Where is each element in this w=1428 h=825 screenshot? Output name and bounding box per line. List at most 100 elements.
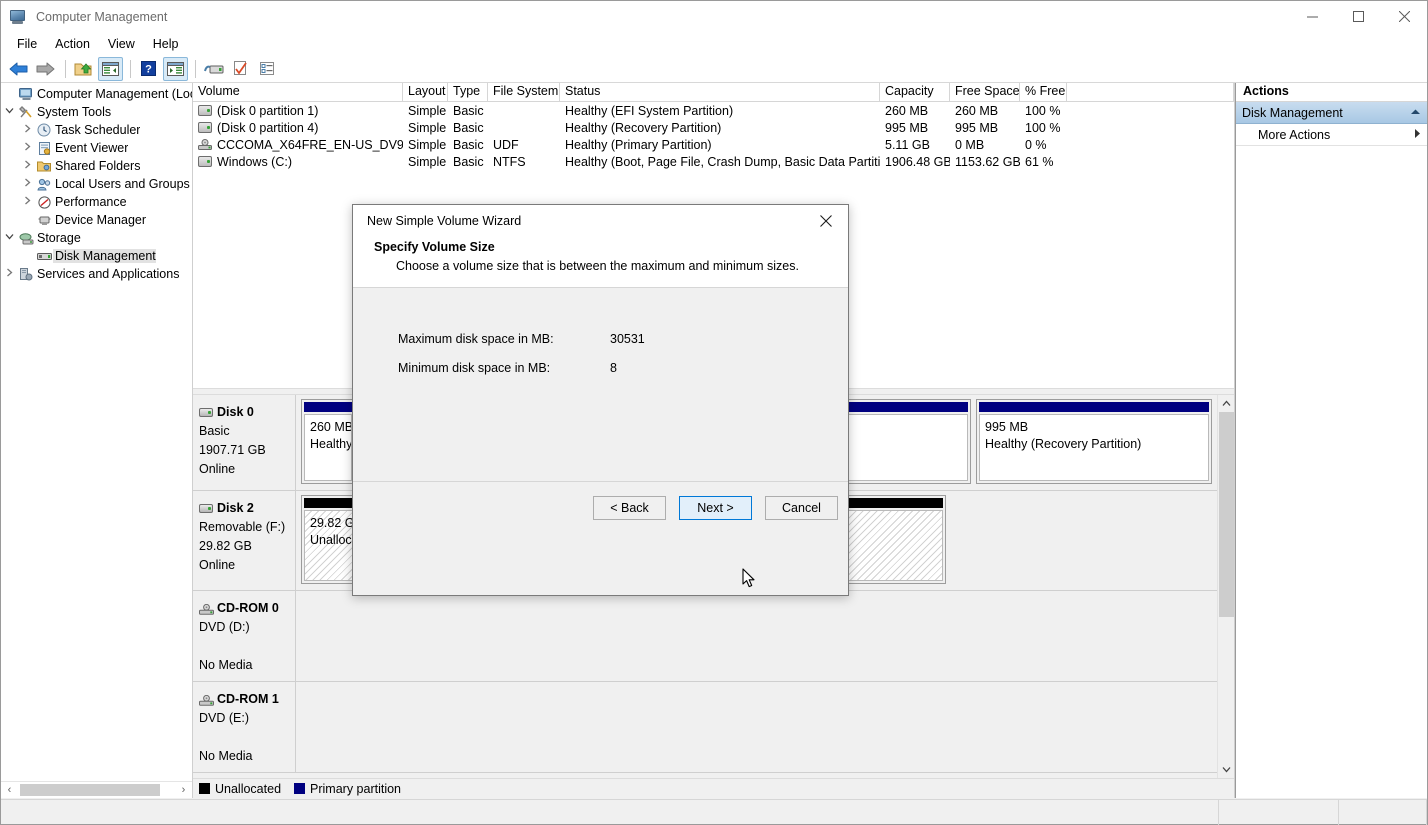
sidebar-item-services-and-applications[interactable]: Services and Applications [1,265,192,283]
next-button[interactable]: Next > [679,496,752,520]
list-view-icon[interactable] [255,57,280,81]
cancel-button[interactable]: Cancel [765,496,838,520]
max-disk-space-value: 30531 [610,332,645,346]
sidebar-label-storage: Storage [37,231,81,245]
disk-name: Disk 2 [217,501,254,515]
scroll-right-button[interactable]: › [175,782,192,798]
disk-type: DVD (D:) [199,620,250,634]
sidebar-item-task-scheduler[interactable]: Task Scheduler [1,121,192,139]
disk-name: CD-ROM 0 [217,601,279,615]
table-row[interactable]: CCCOMA_X64FRE_EN-US_DV9 (H:) Simple Basi… [193,136,1234,153]
sidebar-item-system-tools[interactable]: System Tools [1,103,192,121]
disk-icon [199,408,213,417]
actions-group-disk-management[interactable]: Disk Management [1236,102,1427,124]
table-row[interactable]: (Disk 0 partition 1) Simple Basic Health… [193,102,1234,119]
show-hide-console-tree-icon[interactable] [98,56,123,81]
sidebar-item-performance[interactable]: Performance [1,193,192,211]
column-header-status[interactable]: Status [560,83,880,101]
column-header-type[interactable]: Type [448,83,488,101]
event-viewer-expander[interactable] [19,142,35,154]
menu-view[interactable]: View [99,34,144,54]
maximize-button[interactable] [1335,1,1381,32]
tree-scroll-thumb[interactable] [20,784,160,796]
properties-icon[interactable] [228,57,253,81]
disk-row-cdrom-1[interactable]: CD-ROM 1 DVD (E:) No Media [193,682,1217,773]
window-title: Computer Management [36,9,168,24]
partition-recovery[interactable]: 995 MB Healthy (Recovery Partition) [976,399,1212,484]
cell-type: Basic [453,103,484,118]
column-header-capacity[interactable]: Capacity [880,83,950,101]
rescan-disks-icon[interactable] [201,57,226,81]
disk-row-cdrom-0[interactable]: CD-ROM 0 DVD (D:) No Media [193,591,1217,682]
column-header-volume[interactable]: Volume [193,83,403,101]
task-scheduler-expander[interactable] [19,124,35,136]
table-row[interactable]: Windows (C:) Simple Basic NTFS Healthy (… [193,153,1234,170]
sidebar-item-device-manager[interactable]: Device Manager [1,211,192,229]
chevron-up-icon[interactable] [1410,107,1421,118]
disk-state: Online [199,558,236,572]
disk-view-legend: Unallocated Primary partition [193,778,1234,798]
status-bar [1,799,1427,825]
partition-efi[interactable]: 260 MB Healthy [301,399,355,484]
scroll-down-button[interactable] [1218,761,1234,778]
sidebar-label-device-manager: Device Manager [55,213,147,227]
back-button[interactable]: < Back [593,496,666,520]
shared-folders-expander[interactable] [19,160,35,172]
performance-expander[interactable] [19,196,35,208]
column-header-layout[interactable]: Layout [403,83,448,101]
cd-rom-icon [199,603,214,615]
legend-label-unallocated: Unallocated [215,781,282,796]
cell-capacity: 5.11 GB [885,137,930,152]
legend-swatch-unallocated [199,783,210,794]
dialog-title: New Simple Volume Wizard [367,213,522,228]
local-users-expander[interactable] [19,178,35,190]
scroll-up-button[interactable] [1218,395,1234,412]
tree-horizontal-scrollbar[interactable]: ‹ › [1,781,192,798]
cell-capacity: 995 MB [885,120,929,135]
up-one-level-icon[interactable] [71,57,96,81]
tree-root-computer-management[interactable]: Computer Management (Local [1,85,192,103]
tree-scroll-track[interactable] [18,782,175,798]
menu-file[interactable]: File [8,34,46,54]
column-header-percent-free[interactable]: % Free [1020,83,1067,101]
close-icon[interactable] [803,205,848,236]
forward-icon[interactable] [33,57,58,81]
hard-disk-icon [198,122,212,133]
sidebar-item-event-viewer[interactable]: Event Viewer [1,139,192,157]
storage-expander[interactable] [1,232,17,244]
scroll-left-button[interactable]: ‹ [1,782,18,798]
sidebar-label-task-scheduler: Task Scheduler [55,123,141,137]
legend-primary-partition: Primary partition [294,782,401,796]
sidebar-item-storage[interactable]: Storage [1,229,192,247]
disk-label-disk-0: Disk 0 Basic 1907.71 GB Online [193,395,296,490]
dialog-subheading: Choose a volume size that is between the… [396,259,799,273]
services-expander[interactable] [1,268,17,280]
close-button[interactable] [1381,1,1427,32]
cell-percent-free: 100 % [1025,120,1061,135]
sidebar-item-shared-folders[interactable]: Shared Folders [1,157,192,175]
sidebar-label-event-viewer: Event Viewer [55,141,129,155]
minimize-button[interactable] [1289,1,1335,32]
menu-help[interactable]: Help [144,34,188,54]
column-header-file-system[interactable]: File System [488,83,560,101]
system-tools-expander[interactable] [1,106,17,118]
actions-item-more-actions[interactable]: More Actions [1236,124,1427,146]
chevron-right-icon[interactable] [1414,128,1421,142]
cell-layout: Simple [408,154,447,169]
disk-view-scrollbar[interactable] [1217,395,1234,778]
disk-size [199,637,295,656]
services-icon [17,267,35,281]
sidebar-item-local-users-and-groups[interactable]: Local Users and Groups [1,175,192,193]
help-icon[interactable]: ? [136,57,161,81]
table-row[interactable]: (Disk 0 partition 4) Simple Basic Health… [193,119,1234,136]
cell-capacity: 1906.48 GB [885,154,950,169]
disk-view-scroll-thumb[interactable] [1219,412,1234,617]
status-cell-2 [1219,799,1340,825]
column-header-free-space[interactable]: Free Space [950,83,1020,101]
sidebar-item-disk-management[interactable]: Disk Management [1,247,192,265]
back-icon[interactable] [6,57,31,81]
partition-size: 995 MB [985,420,1029,434]
show-hide-action-pane-icon[interactable] [163,56,188,81]
menu-action[interactable]: Action [46,34,99,54]
min-disk-space-value: 8 [610,361,617,375]
